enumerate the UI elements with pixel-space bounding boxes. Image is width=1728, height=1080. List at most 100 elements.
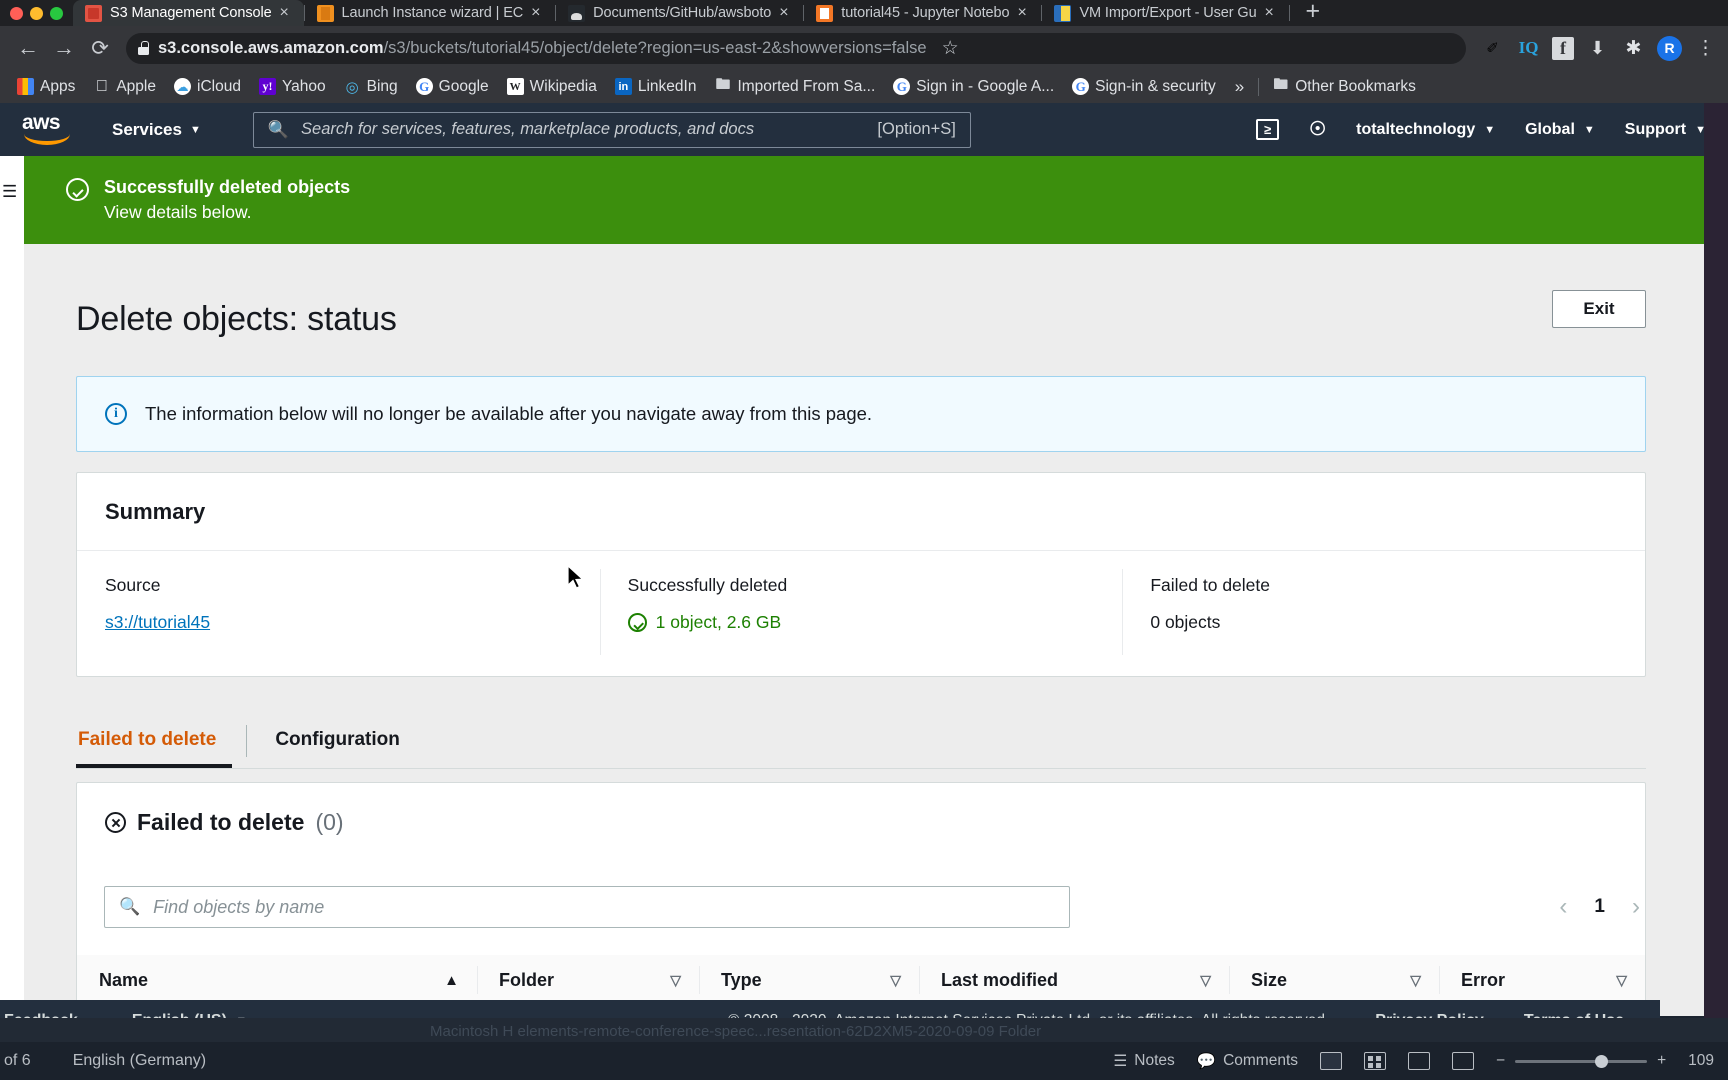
new-tab-button[interactable]: + (1290, 0, 1337, 26)
sidebar-toggle-icon[interactable]: ☰ (2, 182, 17, 202)
column-header-name[interactable]: Name ▲ (77, 955, 477, 1005)
window-traffic-lights (0, 7, 73, 26)
column-header-last-modified[interactable]: Last modified ▽ (919, 955, 1229, 1005)
bookmark-imported-from-safari[interactable]: 🖿 Imported From Sa... (705, 76, 884, 96)
notes-button[interactable]: ☰ Notes (1113, 1052, 1174, 1071)
tab-configuration[interactable]: Configuration (247, 712, 428, 768)
slide-sorter-view-icon[interactable] (1364, 1052, 1386, 1070)
sort-icon[interactable]: ▽ (890, 972, 919, 989)
reading-view-icon[interactable] (1408, 1052, 1430, 1070)
bookmark-label: LinkedIn (637, 77, 697, 95)
services-menu[interactable]: Services ▼ (112, 120, 201, 140)
pen-icon[interactable]: ✐ (1480, 36, 1505, 61)
search-icon: 🔍 (119, 897, 141, 916)
linkedin-icon: in (614, 78, 632, 95)
objects-table-header: Name ▲ Folder ▽ Type ▽ Last modified ▽ S… (77, 955, 1645, 1005)
flash-title: Successfully deleted objects (104, 177, 351, 197)
sort-icon[interactable]: ▽ (670, 972, 699, 989)
zoom-out-icon[interactable]: − (1496, 1052, 1505, 1070)
bookmark-star-icon[interactable]: ☆ (936, 37, 965, 60)
slideshow-view-icon[interactable] (1452, 1052, 1474, 1070)
zoom-track[interactable] (1515, 1054, 1648, 1068)
column-label: Name (99, 969, 149, 990)
bookmark-google[interactable]: G Google (407, 78, 498, 96)
maximize-window-button[interactable] (50, 7, 63, 20)
current-page-number[interactable]: 1 (1594, 896, 1605, 918)
find-objects-row: 🔍 Find objects by name ‹ 1 › (104, 886, 1648, 928)
sort-icon[interactable]: ▽ (1616, 972, 1645, 989)
next-page-icon[interactable]: › (1632, 893, 1640, 921)
sort-icon[interactable]: ▽ (1410, 972, 1439, 989)
bell-icon[interactable]: ☉ (1309, 118, 1326, 141)
aws-search-box[interactable]: 🔍 Search for services, features, marketp… (252, 111, 971, 148)
bookmark-apps[interactable]: Apps (8, 78, 84, 96)
facebook-extension-icon[interactable]: f (1552, 36, 1574, 60)
url-path: /s3/buckets/tutorial45/object/delete?reg… (383, 38, 927, 57)
aws-top-navigation: aws Services ▼ 🔍 Search for services, fe… (0, 103, 1728, 156)
close-tab-icon[interactable]: × (779, 5, 793, 21)
zoom-knob[interactable] (1595, 1054, 1609, 1068)
source-label: Source (105, 575, 161, 595)
puzzle-extension-icon[interactable]: ✱ (1621, 36, 1646, 61)
ec2-icon (316, 4, 334, 22)
back-icon[interactable]: ← (10, 37, 46, 59)
normal-view-icon[interactable] (1320, 1052, 1342, 1070)
exit-button[interactable]: Exit (1552, 290, 1646, 328)
support-menu[interactable]: Support ▼ (1625, 121, 1706, 139)
zoom-slider[interactable]: − + (1496, 1052, 1666, 1070)
bookmark-icloud[interactable]: ☁ iCloud (165, 78, 250, 96)
browser-tab-tutorial45-jupyter-notebook[interactable]: tutorial45 - Jupyter Notebo × (804, 0, 1041, 26)
zoom-in-icon[interactable]: + (1657, 1052, 1666, 1070)
tab-failed-to-delete[interactable]: Failed to delete (76, 712, 246, 768)
close-tab-icon[interactable]: × (531, 5, 545, 21)
close-tab-icon[interactable]: × (280, 5, 294, 21)
other-bookmarks-folder[interactable]: 🖿 Other Bookmarks (1263, 76, 1425, 96)
browser-tab-launch-instance-wizard[interactable]: Launch Instance wizard | EC × (305, 0, 556, 26)
failed-value: 0 objects (1150, 612, 1221, 632)
close-tab-icon[interactable]: × (1017, 5, 1031, 21)
icloud-icon: ☁ (174, 78, 191, 95)
region-menu[interactable]: Global ▼ (1525, 121, 1595, 139)
close-tab-icon[interactable]: × (1265, 5, 1279, 21)
reload-icon[interactable]: ⟳ (82, 38, 118, 59)
browser-tab-s3-management-console[interactable]: S3 Management Console × (73, 0, 304, 26)
failed-card-title: Failed to delete (137, 809, 305, 835)
bookmark-yahoo[interactable]: y! Yahoo (250, 78, 335, 96)
bookmarks-overflow-icon[interactable]: » (1225, 77, 1254, 97)
comments-button[interactable]: 💬 Comments (1197, 1052, 1298, 1071)
bookmark-apple[interactable]:  Apple (84, 78, 165, 96)
region-label: Global (1525, 120, 1575, 138)
column-header-folder[interactable]: Folder ▽ (477, 955, 699, 1005)
column-header-error[interactable]: Error ▽ (1439, 955, 1645, 1005)
source-link[interactable]: s3://tutorial45 (105, 612, 210, 632)
bookmark-sign-in-google[interactable]: G Sign in - Google A... (884, 78, 1063, 96)
aws-nav-right: ≥ ☉ totaltechnology ▼ Global ▼ Support ▼ (1256, 118, 1706, 141)
bookmark-bing[interactable]: ◎ Bing (335, 78, 407, 96)
column-header-size[interactable]: Size ▽ (1229, 955, 1439, 1005)
profile-avatar[interactable]: R (1657, 35, 1682, 61)
apps-grid-icon (17, 78, 34, 95)
cloudshell-icon[interactable]: ≥ (1256, 119, 1280, 140)
browser-tab-vm-import-export-user-guide[interactable]: VM Import/Export - User Gu × (1042, 0, 1288, 26)
bookmark-label: Apple (116, 77, 156, 95)
sort-ascending-icon[interactable]: ▲ (444, 972, 477, 989)
bookmark-label: Google (438, 77, 489, 95)
sort-icon[interactable]: ▽ (1200, 972, 1229, 989)
account-menu[interactable]: totaltechnology ▼ (1356, 121, 1495, 139)
forward-icon[interactable]: → (46, 37, 82, 59)
close-window-button[interactable] (10, 7, 23, 20)
search-input[interactable]: 🔍 Find objects by name (104, 886, 1070, 928)
previous-page-icon[interactable]: ‹ (1559, 893, 1567, 921)
aws-logo[interactable]: aws (22, 112, 74, 145)
bookmark-wikipedia[interactable]: W Wikipedia (498, 78, 606, 96)
column-header-type[interactable]: Type ▽ (699, 955, 919, 1005)
aws-search-placeholder: Search for services, features, marketpla… (301, 120, 755, 138)
bookmark-linkedin[interactable]: in LinkedIn (606, 78, 706, 96)
download-icon[interactable]: ⬇ (1585, 36, 1610, 61)
minimize-window-button[interactable] (30, 7, 43, 20)
iq-extension-icon[interactable]: IQ (1516, 36, 1541, 61)
browser-tab-documents-github-awsboto[interactable]: Documents/GitHub/awsboto × (556, 0, 803, 26)
bookmark-signin-security[interactable]: G Sign-in & security (1063, 78, 1225, 96)
address-bar[interactable]: s3.console.aws.amazon.com/s3/buckets/tut… (126, 32, 1466, 64)
yahoo-icon: y! (258, 78, 276, 95)
